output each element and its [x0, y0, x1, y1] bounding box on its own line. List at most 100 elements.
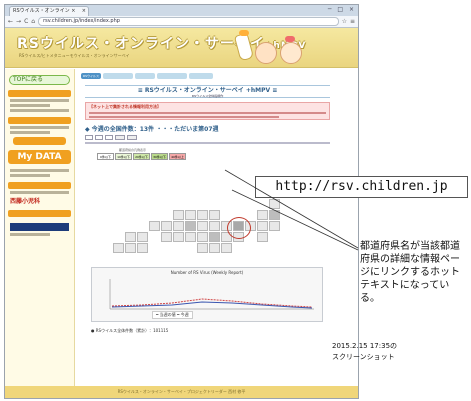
tab-2[interactable] — [103, 73, 133, 79]
top-button[interactable]: TOPに戻る — [9, 75, 70, 85]
sidebar-section-header — [8, 90, 71, 97]
month-select[interactable] — [95, 135, 103, 140]
tab-bar: RSウイルス・オンライン × × ─ □ × — [5, 5, 358, 16]
alert-title: 【ネット上で集計される情報利用方法】 — [89, 104, 161, 109]
sidebar-section-header — [8, 182, 71, 189]
window-controls[interactable]: ─ □ × — [328, 6, 356, 13]
reset-button[interactable] — [127, 135, 137, 140]
browser-window: RSウイルス・オンライン × × ─ □ × ← → C ⌂ rsv.child… — [4, 4, 359, 399]
legend-swatch: 40件以上 — [169, 153, 186, 160]
legend-swatch: 20件以下 — [133, 153, 150, 160]
prefecture-tile[interactable] — [173, 221, 184, 231]
nav-tabs: RSウイルス — [81, 73, 336, 79]
day-select[interactable] — [105, 135, 113, 140]
prefecture-tile[interactable] — [197, 232, 208, 242]
weekly-count-heading: ◆ 今週の全国件数：13件 ・・・ただいま第07週 — [85, 126, 219, 133]
hair-bow-illustration — [285, 36, 295, 42]
chart-plot — [109, 279, 314, 310]
prefecture-tile[interactable] — [269, 199, 280, 209]
web-page: RSウイルス・オンライン・サーベイ+hMPV RSウイルス/ヒトメタニューモウイ… — [5, 28, 358, 398]
screenshot-date-note: 2015.2.15 17:35の スクリーンショット — [332, 342, 398, 361]
prefecture-tile[interactable] — [185, 210, 196, 220]
alert-box: 【ネット上で集計される情報利用方法】 — [85, 102, 330, 120]
prefecture-tile[interactable] — [257, 221, 268, 231]
prefecture-tile[interactable] — [173, 210, 184, 220]
page-subtitle: RSウイルス全体指標作 — [191, 94, 224, 98]
prefecture-tile[interactable] — [209, 221, 220, 231]
home-icon[interactable]: ⌂ — [31, 18, 35, 25]
tab-5[interactable] — [189, 73, 213, 79]
sidebar-section-header — [8, 117, 71, 124]
sidebar-link[interactable] — [10, 126, 69, 129]
prefecture-tile[interactable] — [161, 221, 172, 231]
prefecture-tile[interactable] — [257, 232, 268, 242]
reload-icon[interactable]: C — [24, 18, 28, 25]
prefecture-tile[interactable] — [197, 243, 208, 253]
logo-text: RSウイルス・オンライン・サーベイ — [17, 36, 265, 52]
tab-3[interactable] — [135, 73, 155, 79]
map-legend: 0件以下 10件以下 20件以下 30件以下 40件以上 — [97, 153, 336, 160]
weekly-chart: Number of RS Virus (Weekly Report) ━ 当週の… — [91, 267, 323, 322]
legend-swatch: 0件以下 — [97, 153, 114, 160]
sidebar-link[interactable] — [10, 169, 69, 172]
prefecture-tile[interactable] — [137, 243, 148, 253]
url-field[interactable]: rsv.children.jp/index/index.php — [38, 17, 339, 26]
address-bar: ← → C ⌂ rsv.children.jp/index/index.php … — [5, 16, 358, 28]
tab-close-icon[interactable]: × — [82, 7, 86, 16]
alert-line — [89, 112, 326, 114]
site-footer: RSウイルス・オンライン・サーベイ・プロジェクトリーダー 西村 修平 — [5, 386, 358, 398]
chart-legend: ━ 当週の値 ━ 今週 — [152, 311, 193, 319]
total-count-note: ● RSウイルス全体件数（累計）：101115 — [91, 328, 169, 333]
prefecture-tile[interactable] — [197, 221, 208, 231]
sidebar-link[interactable] — [10, 104, 50, 107]
sponsor-clinic[interactable]: 西藤小児科 — [10, 196, 69, 205]
prefecture-tile[interactable] — [209, 243, 220, 253]
prefecture-tile[interactable] — [269, 210, 280, 220]
prefecture-tile[interactable] — [209, 210, 220, 220]
prefecture-tile[interactable] — [113, 243, 124, 253]
sidebar-link[interactable] — [10, 109, 69, 112]
sidebar-section-header — [8, 210, 71, 217]
sponsor-logo[interactable] — [10, 223, 69, 231]
prefecture-tile[interactable] — [137, 232, 148, 242]
alert-line — [89, 116, 279, 118]
sidebar-register-button[interactable] — [13, 137, 66, 145]
prefecture-tile[interactable] — [149, 221, 160, 231]
legend-heading: 都道府県の凡例表示 — [119, 148, 147, 152]
star-icon[interactable]: ☆ — [342, 18, 347, 25]
tab-rsv[interactable]: RSウイルス — [81, 73, 101, 79]
prefecture-tile[interactable] — [125, 243, 136, 253]
sidebar-link[interactable] — [10, 99, 69, 102]
sidebar-link[interactable] — [10, 233, 50, 236]
page-title: ≡ RSウイルス・オンライン・サーベイ +hMPV ≡ RSウイルス全体指標作 — [85, 85, 330, 98]
sidebar: TOPに戻る My DATA 西藤小児科 — [5, 69, 75, 398]
prefecture-tile[interactable] — [161, 232, 172, 242]
highlight-circle — [227, 217, 251, 239]
mydata-banner[interactable]: My DATA — [8, 150, 71, 164]
sidebar-link[interactable] — [10, 131, 50, 134]
prefecture-tile[interactable] — [269, 221, 280, 231]
menu-icon[interactable]: ≡ — [350, 18, 355, 25]
sidebar-link[interactable] — [10, 174, 50, 177]
info-line — [85, 142, 330, 144]
prefecture-tile[interactable] — [257, 210, 268, 220]
year-select[interactable] — [85, 135, 93, 140]
legend-swatch: 10件以下 — [115, 153, 132, 160]
site-header: RSウイルス・オンライン・サーベイ+hMPV RSウイルス/ヒトメタニューモウイ… — [5, 28, 358, 68]
prefecture-tile[interactable] — [173, 232, 184, 242]
date-controls — [85, 135, 330, 140]
tab-4[interactable] — [157, 73, 187, 79]
sidebar-link[interactable] — [10, 191, 69, 194]
child-illustration-right — [280, 42, 302, 64]
prefecture-tile[interactable] — [197, 210, 208, 220]
prefecture-tile[interactable] — [125, 232, 136, 242]
prefecture-tile[interactable] — [185, 232, 196, 242]
bottle-cap-illustration — [239, 30, 249, 36]
prefecture-tile[interactable] — [221, 243, 232, 253]
prefecture-tile[interactable] — [209, 232, 220, 242]
back-icon[interactable]: ← — [8, 18, 13, 25]
forward-icon[interactable]: → — [16, 18, 21, 25]
browser-tab[interactable]: RSウイルス・オンライン × × — [9, 6, 89, 16]
show-button[interactable] — [115, 135, 125, 140]
prefecture-tile[interactable] — [185, 221, 196, 231]
